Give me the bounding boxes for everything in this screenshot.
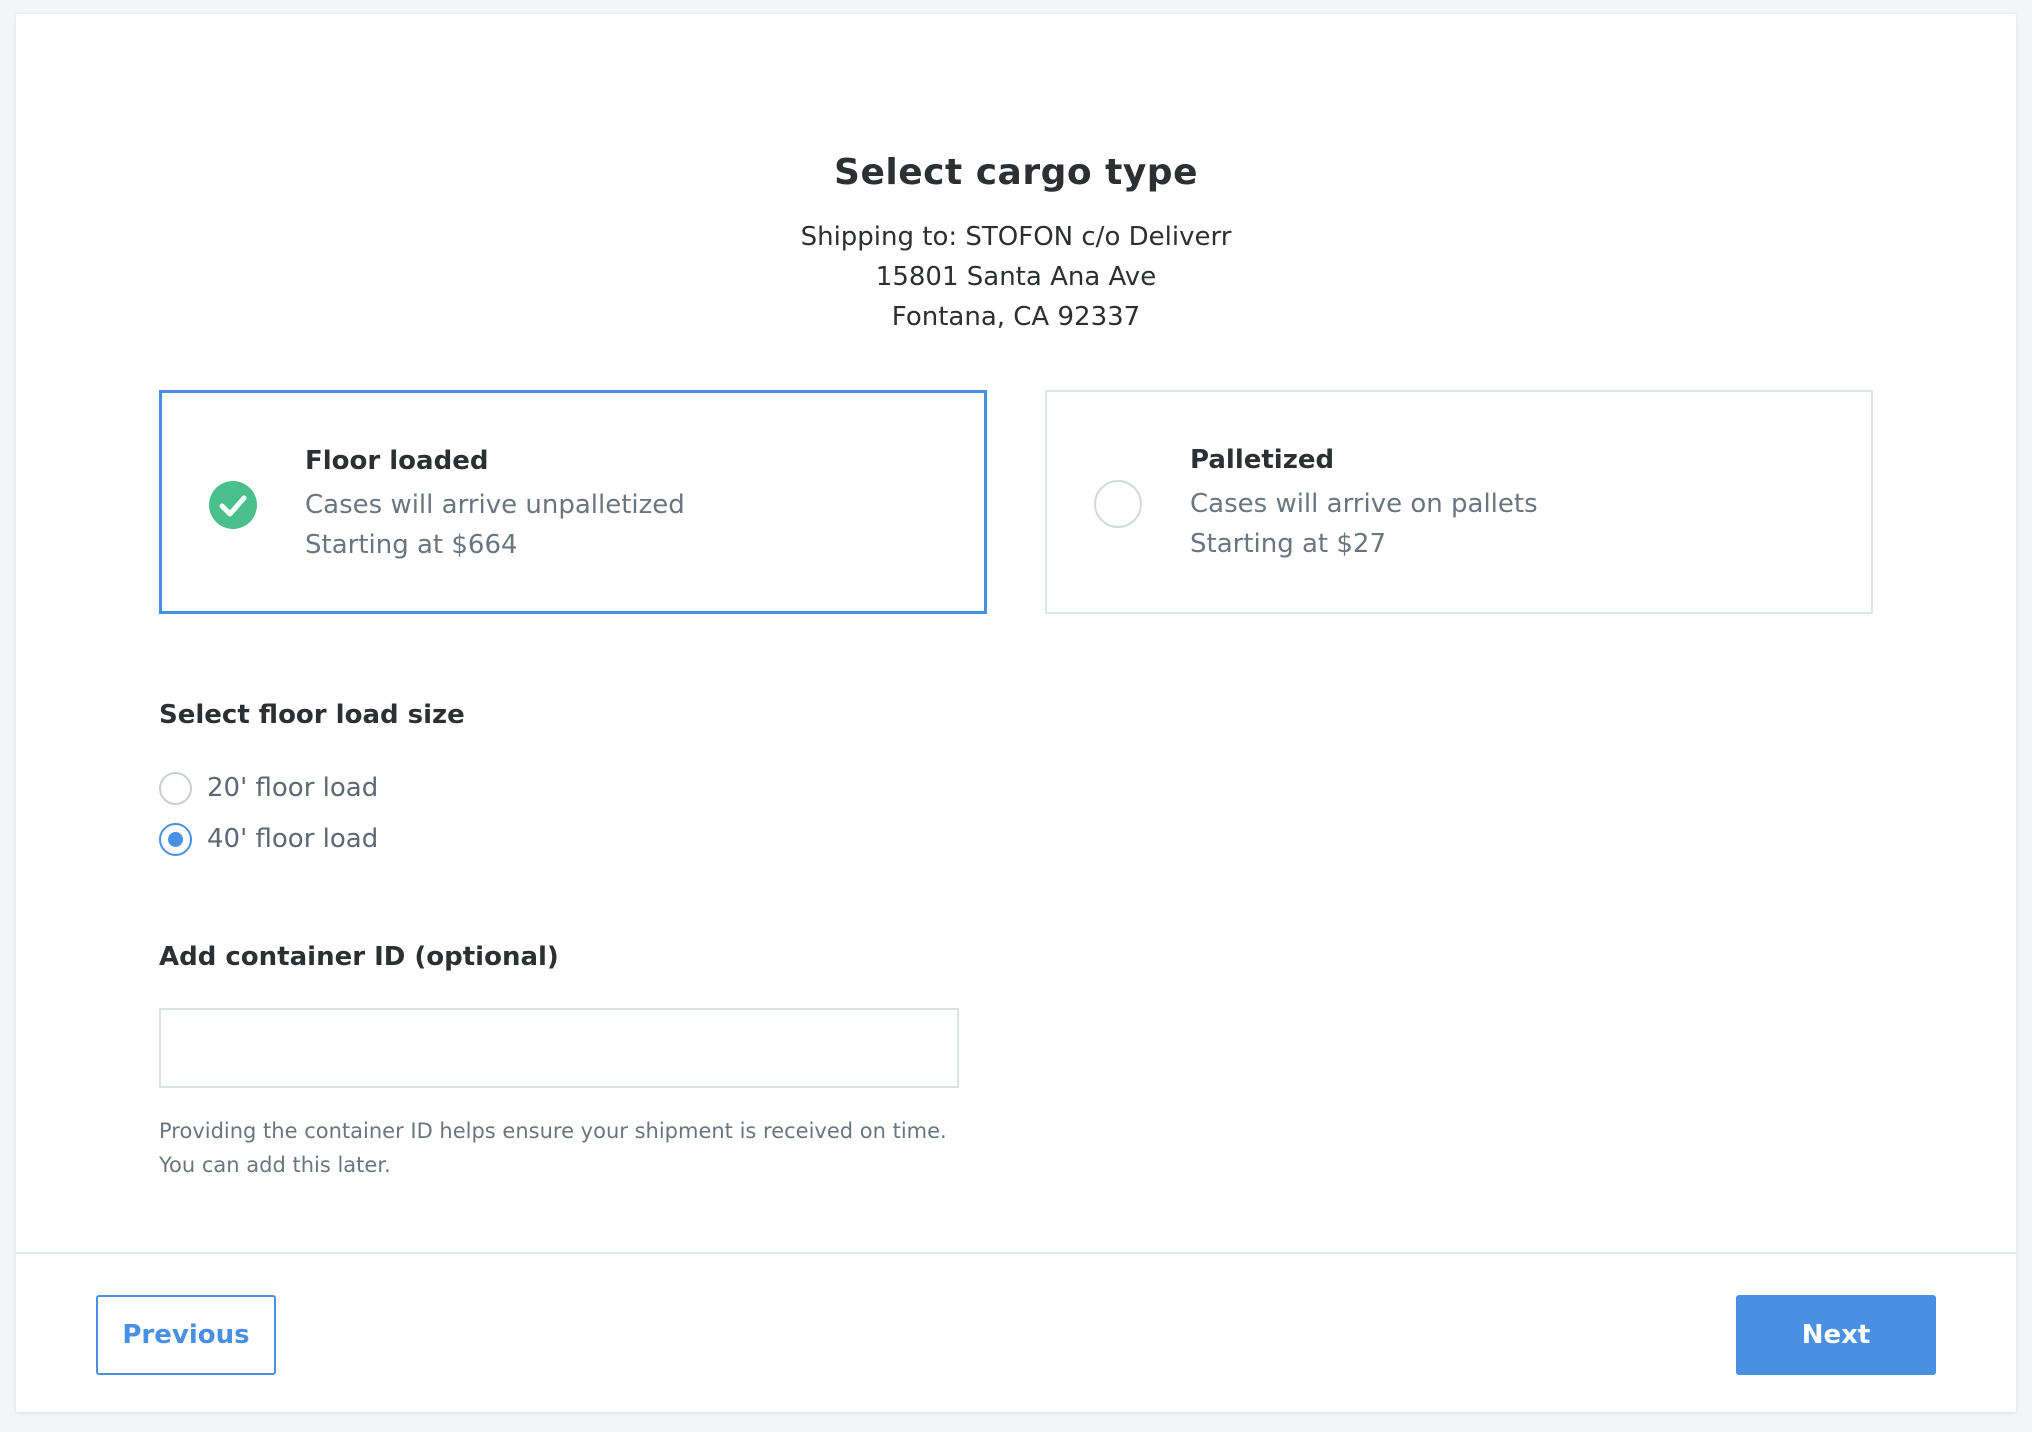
radio-label: 40' floor load [207, 824, 379, 854]
helper-line-1: Providing the container ID helps ensure … [159, 1119, 947, 1143]
cargo-option-floor-loaded[interactable]: Floor loaded Cases will arrive unpalleti… [159, 390, 987, 614]
floor-load-size-label: Select floor load size [159, 700, 465, 730]
radio-checked-icon[interactable] [159, 822, 192, 856]
address-line-1: Shipping to: STOFON c/o Deliverr [800, 222, 1232, 252]
radio-20ft-floor-load[interactable]: 20' floor load [159, 766, 378, 810]
page-header: Select cargo type Shipping to: STOFON c/… [16, 145, 2016, 337]
radio-dot [168, 831, 183, 847]
previous-button[interactable]: Previous [96, 1295, 276, 1375]
cargo-option-description: Cases will arrive unpalletized [305, 490, 685, 520]
shipping-address: Shipping to: STOFON c/o Deliverr 15801 S… [16, 217, 2016, 337]
radio-label: 20' floor load [207, 773, 379, 803]
page-title: Select cargo type [834, 152, 1198, 193]
radio-empty-icon [1094, 480, 1142, 528]
container-id-label: Add container ID (optional) [159, 942, 559, 972]
helper-line-2: You can add this later. [159, 1153, 391, 1177]
container-id-helper: Providing the container ID helps ensure … [159, 1114, 947, 1182]
cargo-option-price: Starting at $27 [1190, 529, 1387, 559]
cargo-option-title: Palletized [1190, 445, 1335, 475]
cargo-option-palletized[interactable]: Palletized Cases will arrive on pallets … [1045, 390, 1873, 614]
address-line-3: Fontana, CA 92337 [891, 302, 1141, 332]
cargo-type-card: Select cargo type Shipping to: STOFON c/… [16, 14, 2016, 1412]
cargo-option-title: Floor loaded [305, 446, 489, 476]
radio-unchecked-icon[interactable] [159, 771, 192, 805]
cargo-option-text: Palletized Cases will arrive on pallets … [1190, 440, 1538, 564]
address-line-2: 15801 Santa Ana Ave [875, 262, 1157, 292]
container-id-input[interactable] [159, 1008, 959, 1088]
check-circle-icon [209, 481, 257, 529]
cargo-option-price: Starting at $664 [305, 530, 518, 560]
cargo-option-description: Cases will arrive on pallets [1190, 489, 1538, 519]
cargo-option-text: Floor loaded Cases will arrive unpalleti… [305, 441, 685, 565]
footer-divider [16, 1252, 2016, 1254]
radio-40ft-floor-load[interactable]: 40' floor load [159, 817, 378, 861]
next-button[interactable]: Next [1736, 1295, 1936, 1375]
